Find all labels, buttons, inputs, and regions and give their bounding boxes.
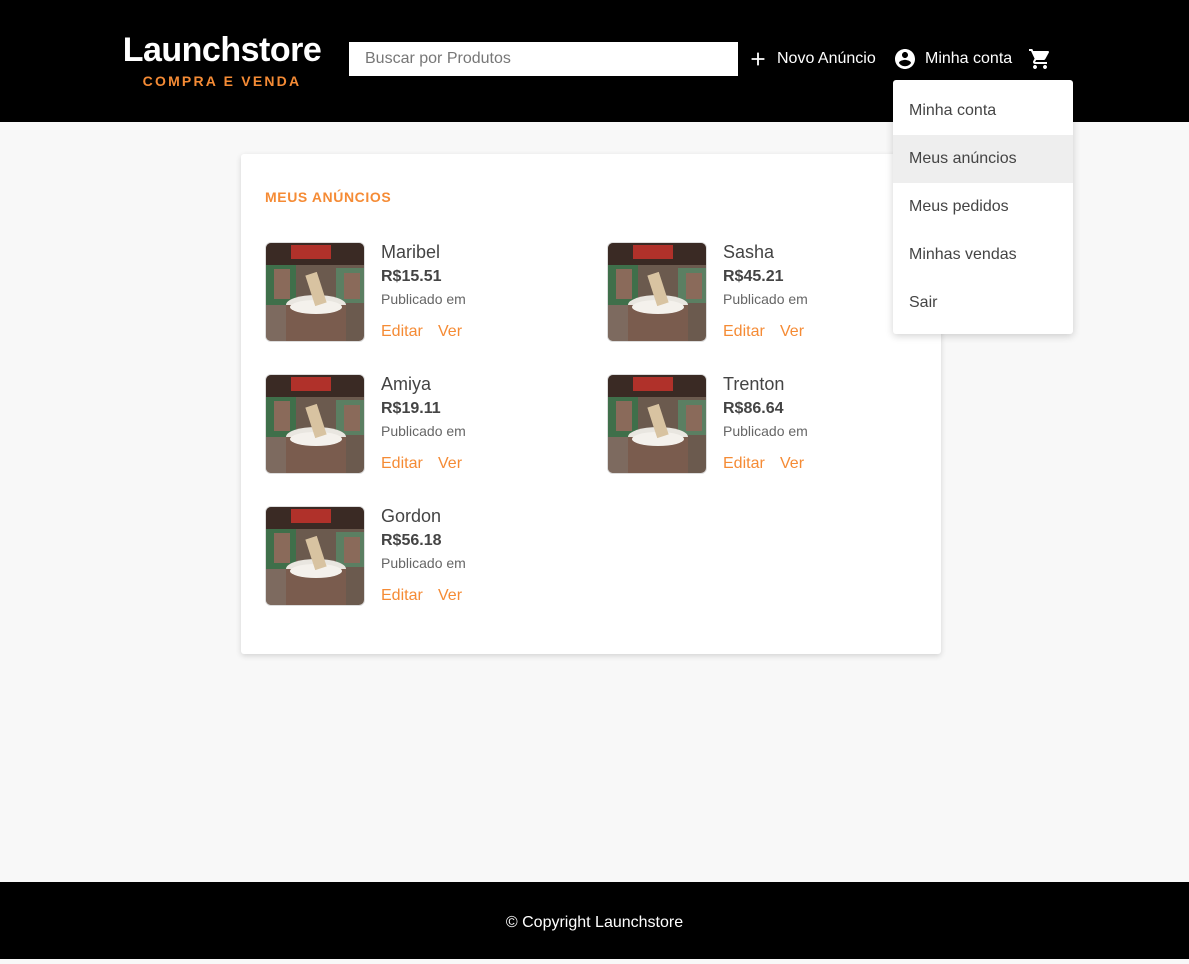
view-link[interactable]: Ver: [438, 322, 462, 342]
footer: © Copyright Launchstore: [0, 882, 1189, 959]
product-item: Maribel R$15.51 Publicado em Editar Ver: [265, 242, 595, 342]
view-link[interactable]: Ver: [780, 454, 804, 474]
logo-subtitle: COMPRA E VENDA: [142, 73, 302, 89]
product-published: Publicado em: [381, 423, 466, 439]
product-name: Maribel: [381, 242, 441, 262]
product-published: Publicado em: [381, 555, 466, 571]
edit-link[interactable]: Editar: [723, 454, 765, 474]
account-dropdown: Minha conta Meus anúncios Meus pedidos M…: [893, 80, 1073, 334]
product-price: R$19.11: [381, 400, 441, 417]
logo-title[interactable]: Launchstore: [121, 30, 323, 70]
dropdown-item-meus-anuncios[interactable]: Meus anúncios: [893, 135, 1073, 183]
view-link[interactable]: Ver: [438, 586, 462, 606]
product-image[interactable]: [265, 374, 365, 474]
product-published: Publicado em: [723, 291, 808, 307]
product-name: Amiya: [381, 374, 432, 394]
edit-link[interactable]: Editar: [381, 586, 423, 606]
product-price: R$86.64: [723, 400, 784, 417]
account-circle-icon: [893, 47, 917, 71]
cart-link[interactable]: [1028, 44, 1052, 74]
search-input[interactable]: [349, 42, 738, 76]
product-price: R$45.21: [723, 268, 784, 285]
product-item: Sasha R$45.21 Publicado em Editar Ver: [607, 242, 937, 342]
product-item: Amiya R$19.11 Publicado em Editar Ver: [265, 374, 595, 474]
product-published: Publicado em: [723, 423, 808, 439]
product-name: Sasha: [723, 242, 775, 262]
edit-link[interactable]: Editar: [723, 322, 765, 342]
product-image[interactable]: [265, 242, 365, 342]
product-name: Trenton: [723, 374, 785, 394]
dropdown-item-minha-conta[interactable]: Minha conta: [893, 87, 1073, 135]
logo[interactable]: Launchstore COMPRA E VENDA: [121, 30, 323, 90]
product-item: Gordon R$56.18 Publicado em Editar Ver: [265, 506, 595, 606]
edit-link[interactable]: Editar: [381, 322, 423, 342]
product-name: Gordon: [381, 506, 442, 526]
copyright-text: © Copyright Launchstore: [505, 914, 684, 931]
dropdown-item-sair[interactable]: Sair: [893, 279, 1073, 327]
product-item: Trenton R$86.64 Publicado em Editar Ver: [607, 374, 937, 474]
product-price: R$15.51: [381, 268, 442, 285]
plus-icon: [747, 48, 769, 70]
account-label: Minha conta: [925, 50, 1013, 67]
product-price: R$56.18: [381, 532, 442, 549]
product-image[interactable]: [607, 242, 707, 342]
product-published: Publicado em: [381, 291, 466, 307]
dropdown-item-minhas-vendas[interactable]: Minhas vendas: [893, 231, 1073, 279]
account-menu-link[interactable]: Minha conta: [893, 44, 1012, 74]
new-ad-label: Novo Anúncio: [777, 50, 876, 67]
edit-link[interactable]: Editar: [381, 454, 423, 474]
view-link[interactable]: Ver: [438, 454, 462, 474]
dropdown-item-meus-pedidos[interactable]: Meus pedidos: [893, 183, 1073, 231]
shopping-cart-icon: [1028, 47, 1052, 71]
my-ads-card: MEUS ANÚNCIOS Maribel R$15.51 Publicado …: [241, 154, 941, 654]
new-ad-link[interactable]: Novo Anúncio: [747, 44, 876, 74]
view-link[interactable]: Ver: [780, 322, 804, 342]
product-image[interactable]: [607, 374, 707, 474]
section-title: MEUS ANÚNCIOS: [265, 189, 392, 205]
product-image[interactable]: [265, 506, 365, 606]
